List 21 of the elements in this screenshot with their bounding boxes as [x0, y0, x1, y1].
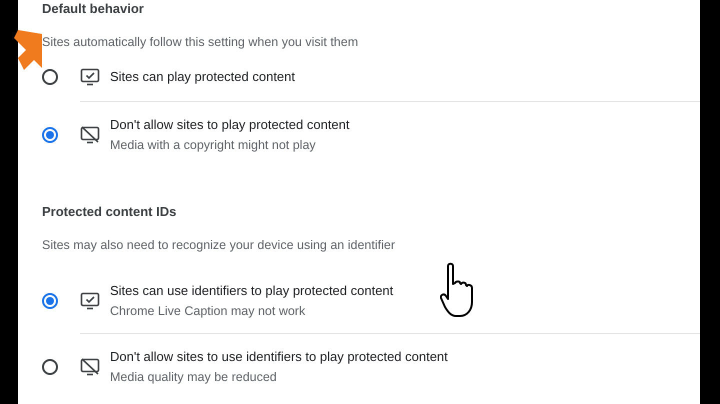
section-heading: Protected content IDs [42, 203, 178, 221]
option-description: Media with a copyright might not play [110, 137, 317, 154]
section-heading: Default behavior [42, 0, 145, 18]
hand-cursor-icon [440, 262, 474, 318]
monitor-check-icon [80, 292, 100, 310]
radio-button[interactable] [42, 127, 58, 143]
radio-button[interactable] [42, 69, 58, 85]
monitor-check-icon [80, 68, 100, 86]
section-description: Sites automatically follow this setting when you visit them [42, 34, 360, 51]
radio-button[interactable] [42, 359, 58, 375]
radio-button[interactable] [42, 293, 58, 309]
section-description: Sites may also need to recognize your device using an identifier [42, 237, 396, 254]
pointer-arrow-icon [14, 30, 44, 70]
option-label: Don't allow sites to use identifiers to play protected content [110, 348, 448, 366]
option-label: Sites can use identifiers to play protected content [110, 282, 394, 300]
option-label: Don't allow sites to play protected content [110, 116, 350, 134]
option-description: Chrome Live Caption may not work [110, 302, 306, 320]
option-label: Sites can play protected content [110, 68, 296, 86]
monitor-crossed-icon [80, 358, 100, 376]
option-description: Media quality may be reduced [110, 369, 278, 386]
monitor-crossed-icon [80, 126, 100, 144]
